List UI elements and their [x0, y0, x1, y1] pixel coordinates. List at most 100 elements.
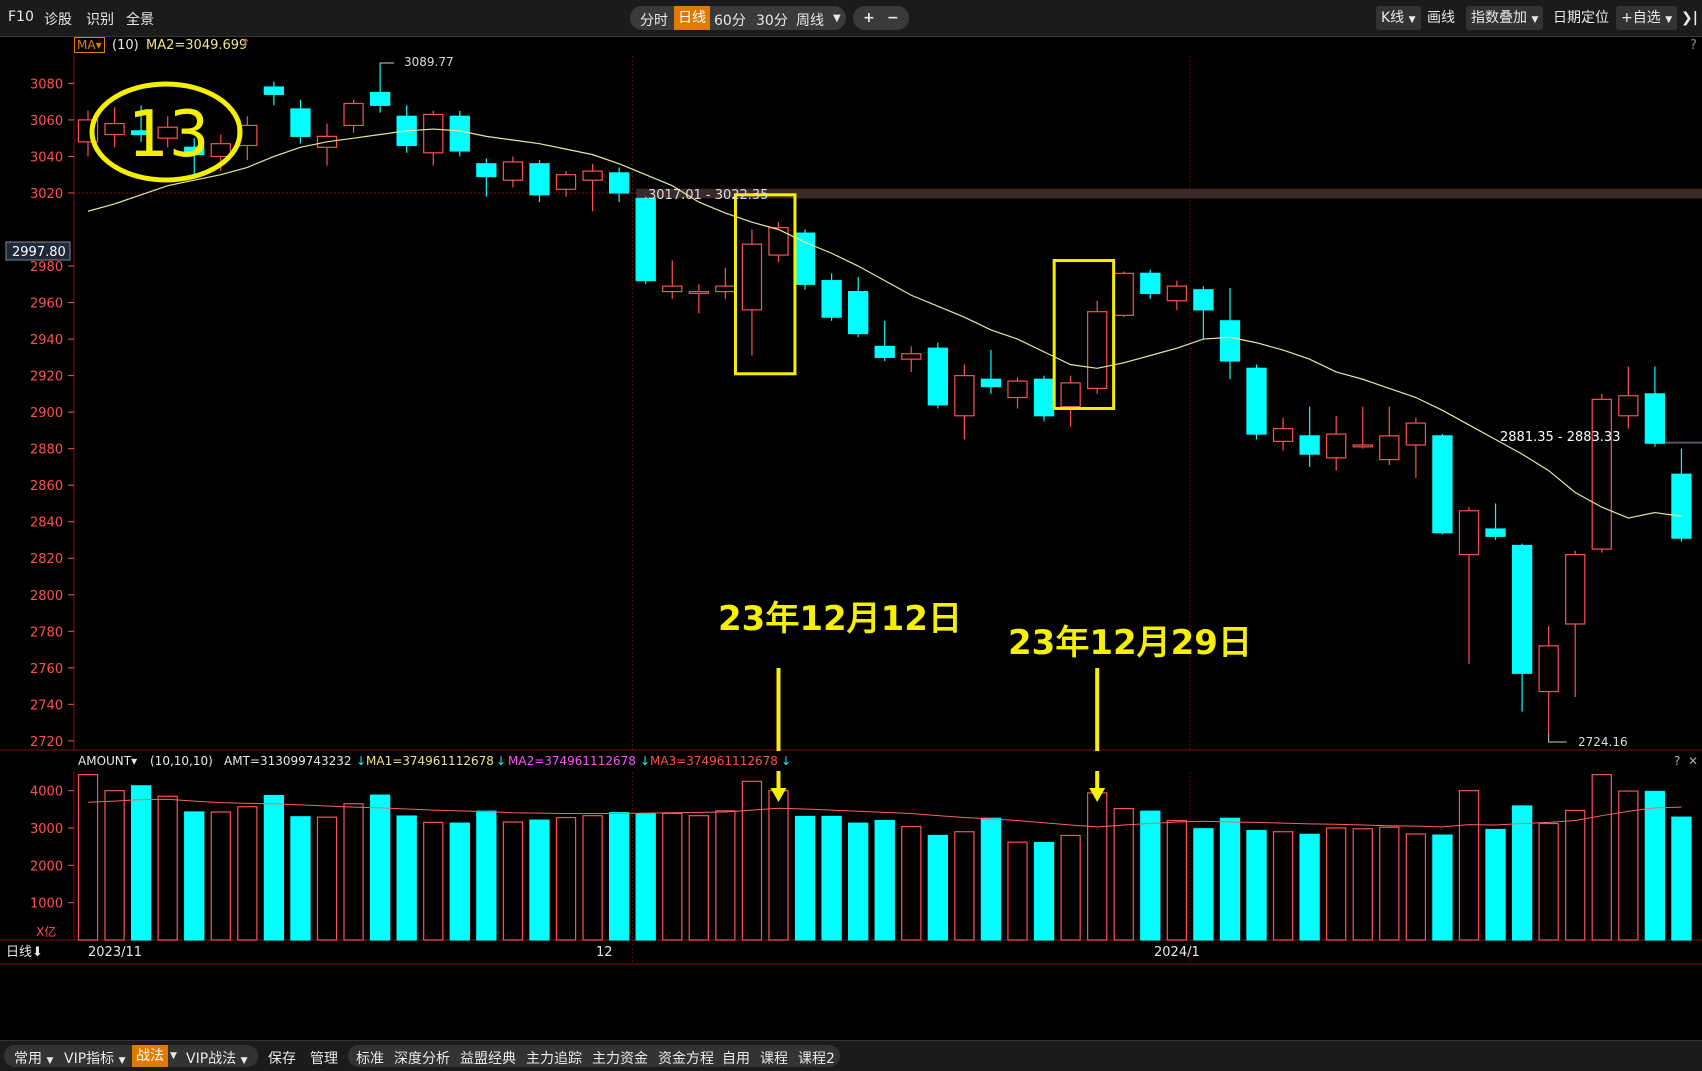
draw-line-button[interactable]: 画线	[1422, 6, 1460, 30]
low-marker	[1548, 733, 1567, 743]
vip-indicator-menu[interactable]: VIP指标 ▼	[64, 1048, 126, 1068]
panorama-button[interactable]: 全景	[126, 9, 154, 29]
volume-params: (10,10,10)	[150, 754, 213, 768]
zoom-in-button[interactable]: +	[863, 10, 875, 26]
date-axis-period[interactable]: 日线⬇	[6, 945, 43, 960]
volume-bar	[449, 822, 470, 941]
candle-body	[1246, 367, 1267, 435]
volume-bar	[635, 813, 656, 941]
vip-strategy-menu[interactable]: VIP战法 ▼	[186, 1048, 248, 1068]
tab-intraday[interactable]: 分时	[640, 10, 668, 30]
candle-body	[1219, 320, 1241, 362]
price-tick-label: 2880	[30, 443, 63, 458]
candle-body	[1405, 422, 1427, 446]
tab-course[interactable]: 课程	[760, 1048, 788, 1068]
index-overlay-button[interactable]: 指数叠加 ▼	[1466, 6, 1544, 30]
volume-bar	[263, 794, 285, 941]
volume-bar	[529, 819, 550, 941]
tab-weekly[interactable]: 周线	[796, 10, 824, 30]
kline-type-label: K线	[1381, 10, 1405, 26]
volume-bar	[794, 815, 816, 941]
current-price-tag: 2997.80	[12, 245, 66, 260]
volume-bar	[1405, 833, 1427, 941]
price-tick-label: 2900	[30, 406, 63, 421]
volume-ma3: MA3=374961112678	[650, 754, 778, 768]
tab-main-force-funds[interactable]: 主力资金	[592, 1048, 648, 1068]
kline-chart[interactable]: 3080 3060 3040 3020 2980 2960 2940 2920 2900 2880…	[0, 56, 1702, 1040]
volume-bar	[476, 810, 497, 941]
volume-indicator-name[interactable]: AMOUNT▾	[78, 754, 137, 768]
date-label-12: 12	[596, 945, 613, 960]
volume-bar	[290, 816, 311, 941]
ma-selector[interactable]: MA▾	[74, 37, 105, 53]
candle-body	[741, 243, 763, 311]
tab-custom[interactable]: 自用	[722, 1048, 750, 1068]
candle-body	[1033, 378, 1055, 417]
date-locate-button[interactable]: 日期定位	[1548, 6, 1614, 30]
chevron-down-icon[interactable]: ▼	[170, 1051, 177, 1061]
candle-body	[874, 345, 895, 358]
help-icon[interactable]: ?	[1690, 38, 1697, 53]
tab-deep-analysis[interactable]: 深度分析	[394, 1048, 450, 1068]
price-tick-label: 2860	[30, 479, 63, 494]
price-tick-label: 2760	[30, 662, 63, 677]
candle-body	[1485, 528, 1506, 537]
volume-bar	[184, 811, 205, 941]
volume-bar	[130, 785, 152, 941]
help-icon[interactable]: ?	[1674, 754, 1680, 768]
price-tick-label: 2840	[30, 516, 63, 531]
candle-body	[290, 108, 311, 137]
volume-bar	[157, 795, 178, 941]
price-tick-label: 2920	[30, 370, 63, 385]
diagnose-button[interactable]: 诊股	[44, 9, 72, 29]
ma-indicator-bar: MA▾ (10) MA2=3049.699 ↑ ?	[0, 36, 1702, 56]
candle-body	[821, 280, 842, 318]
tab-main-force-tracking[interactable]: 主力追踪	[526, 1048, 582, 1068]
volume-unit-label: X亿	[36, 924, 56, 939]
close-icon[interactable]: ✕	[1688, 754, 1698, 768]
volume-bar	[1352, 828, 1373, 941]
candle-body	[662, 285, 683, 293]
volume-bar	[768, 790, 789, 941]
tab-60min[interactable]: 60分	[714, 10, 746, 30]
volume-tick-label: 3000	[30, 822, 63, 837]
volume-bar	[1060, 834, 1081, 941]
candle-body	[1671, 473, 1692, 539]
volume-bar	[343, 803, 364, 941]
zoom-out-button[interactable]: −	[887, 10, 899, 26]
volume-bar	[608, 812, 630, 941]
candle-body	[263, 86, 285, 95]
arrow-down-icon: ↓	[640, 754, 650, 768]
f10-button[interactable]: F10	[8, 9, 34, 25]
common-menu[interactable]: 常用 ▼	[14, 1048, 53, 1068]
tab-standard[interactable]: 标准	[356, 1048, 384, 1068]
arrow-up-icon: ↑	[240, 37, 251, 52]
candle-body	[1538, 645, 1559, 693]
tab-yimeng-classic[interactable]: 益盟经典	[460, 1048, 516, 1068]
date-annotation-2: 23年12月29日	[1008, 623, 1252, 663]
tab-funds-equation[interactable]: 资金方程	[658, 1048, 714, 1068]
volume-bar	[104, 790, 125, 941]
identify-button[interactable]: 识别	[86, 9, 114, 29]
chevron-down-icon: ▼	[1531, 15, 1539, 25]
tab-daily[interactable]: 日线	[674, 6, 710, 30]
price-tick-label: 2740	[30, 698, 63, 713]
candle-body	[1432, 435, 1453, 534]
candle-body	[1007, 380, 1028, 399]
strategy-label: 战法	[136, 1048, 164, 1064]
expand-panel-icon[interactable]: ❯|	[1676, 6, 1702, 30]
tab-30min[interactable]: 30分	[756, 10, 788, 30]
strategy-menu[interactable]: 战法	[132, 1045, 168, 1067]
watchlist-button[interactable]: +自选 ▼	[1616, 6, 1678, 30]
kline-type-button[interactable]: K线 ▼	[1376, 6, 1421, 30]
volume-ma1: MA1=374961112678	[366, 754, 494, 768]
tab-course-2[interactable]: 课程2	[798, 1048, 835, 1068]
volume-bar	[1538, 822, 1559, 941]
chevron-down-icon[interactable]: ▼	[833, 13, 841, 24]
volume-bar	[1326, 827, 1347, 941]
manage-button[interactable]: 管理	[310, 1048, 338, 1068]
save-button[interactable]: 保存	[268, 1048, 296, 1068]
candle-body	[848, 290, 869, 335]
candle-body	[688, 290, 709, 295]
range-label-2: 2881.35 - 2883.33	[1500, 430, 1620, 445]
